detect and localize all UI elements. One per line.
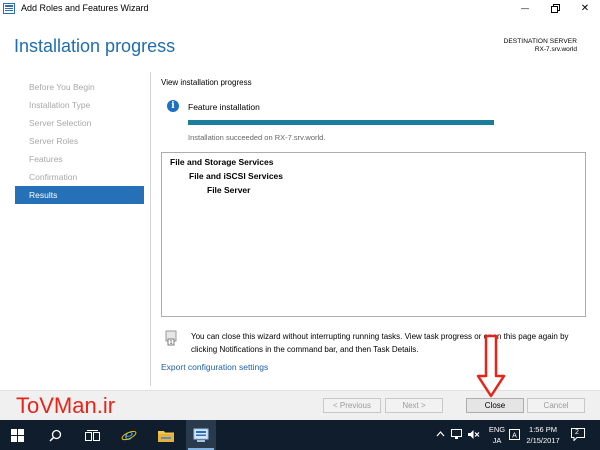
task-view-button[interactable] bbox=[77, 420, 107, 450]
minimize-button[interactable]: — bbox=[510, 0, 540, 18]
maximize-button[interactable] bbox=[540, 0, 570, 18]
page-title: Installation progress bbox=[14, 36, 176, 56]
search-button[interactable] bbox=[40, 420, 70, 450]
red-arrow-annotation bbox=[476, 334, 506, 398]
action-center-button[interactable]: 2 bbox=[571, 428, 585, 442]
file-explorer-button[interactable] bbox=[151, 420, 181, 450]
speaker-mute-icon[interactable] bbox=[467, 429, 480, 440]
minimize-icon: — bbox=[521, 4, 529, 13]
main-panel: View installation progress i Feature ins… bbox=[150, 72, 590, 386]
ime-icon[interactable]: A bbox=[509, 429, 520, 440]
svg-text:1: 1 bbox=[170, 340, 173, 346]
svg-text:e: e bbox=[125, 427, 134, 443]
destination-server: RX-7.srv.world bbox=[534, 46, 577, 53]
result-item: File and iSCSI Services bbox=[189, 171, 284, 181]
chevron-up-icon[interactable] bbox=[436, 431, 445, 437]
folder-icon bbox=[158, 430, 174, 442]
clock-date[interactable]: 2/15/2017 bbox=[522, 436, 564, 445]
cancel-button[interactable]: Cancel bbox=[527, 398, 585, 413]
task-view-icon bbox=[84, 429, 100, 441]
close-icon: ✕ bbox=[580, 3, 590, 14]
previous-button[interactable]: < Previous bbox=[323, 398, 381, 413]
nav-item-server-selection[interactable]: Server Selection bbox=[15, 114, 144, 132]
nav-item-results[interactable]: Results bbox=[15, 186, 144, 204]
close-window-button[interactable]: ✕ bbox=[570, 0, 600, 18]
export-configuration-link[interactable]: Export configuration settings bbox=[161, 362, 268, 372]
start-button[interactable] bbox=[2, 420, 32, 450]
clock-time[interactable]: 1:56 PM bbox=[522, 425, 564, 434]
feature-installation-label: Feature installation bbox=[188, 102, 260, 112]
wizard-nav: Before You Begin Installation Type Serve… bbox=[15, 78, 144, 204]
network-icon[interactable] bbox=[451, 429, 462, 440]
title-bar[interactable]: Add Roles and Features Wizard — ✕ bbox=[0, 0, 600, 18]
status-text: Installation succeeded on RX-7.srv.world… bbox=[188, 133, 326, 142]
restore-icon bbox=[550, 4, 560, 13]
notification-flag-icon: 1 bbox=[165, 330, 177, 346]
results-list[interactable]: File and Storage Services File and iSCSI… bbox=[161, 152, 586, 317]
info-icon: i bbox=[167, 100, 179, 112]
ime-mode[interactable]: JA bbox=[486, 436, 508, 445]
nav-item-before-you-begin[interactable]: Before You Begin bbox=[15, 78, 144, 96]
nav-item-installation-type[interactable]: Installation Type bbox=[15, 96, 144, 114]
windows-logo-icon bbox=[10, 428, 24, 442]
result-item: File and Storage Services bbox=[170, 157, 274, 167]
view-progress-label: View installation progress bbox=[161, 78, 252, 87]
server-manager-icon bbox=[3, 3, 15, 14]
destination-label: DESTINATION SERVER bbox=[503, 38, 577, 45]
watermark-text: ToVMan.ir bbox=[16, 393, 116, 418]
taskbar: e ENG JA A 1:56 PM 2/15/2017 2 bbox=[0, 420, 600, 450]
wizard-window: Add Roles and Features Wizard — ✕ Instal… bbox=[0, 0, 600, 420]
close-note-text: You can close this wizard without interr… bbox=[191, 332, 569, 354]
internet-explorer-button[interactable]: e bbox=[114, 420, 144, 450]
notification-count-badge: 2 bbox=[575, 429, 579, 436]
server-manager-taskbar-button[interactable] bbox=[186, 420, 216, 450]
next-button[interactable]: Next > bbox=[385, 398, 443, 413]
svg-text:A: A bbox=[512, 433, 517, 440]
nav-item-features[interactable]: Features bbox=[15, 150, 144, 168]
close-button[interactable]: Close bbox=[466, 398, 524, 413]
search-icon bbox=[48, 429, 61, 442]
ime-language[interactable]: ENG bbox=[486, 425, 508, 434]
nav-item-server-roles[interactable]: Server Roles bbox=[15, 132, 144, 150]
progress-bar bbox=[188, 120, 494, 125]
server-manager-icon bbox=[193, 428, 209, 442]
progress-bar-fill bbox=[188, 120, 494, 125]
result-item: File Server bbox=[207, 185, 251, 195]
nav-item-confirmation[interactable]: Confirmation bbox=[15, 168, 144, 186]
window-title: Add Roles and Features Wizard bbox=[21, 3, 149, 13]
internet-explorer-icon: e bbox=[121, 427, 137, 443]
